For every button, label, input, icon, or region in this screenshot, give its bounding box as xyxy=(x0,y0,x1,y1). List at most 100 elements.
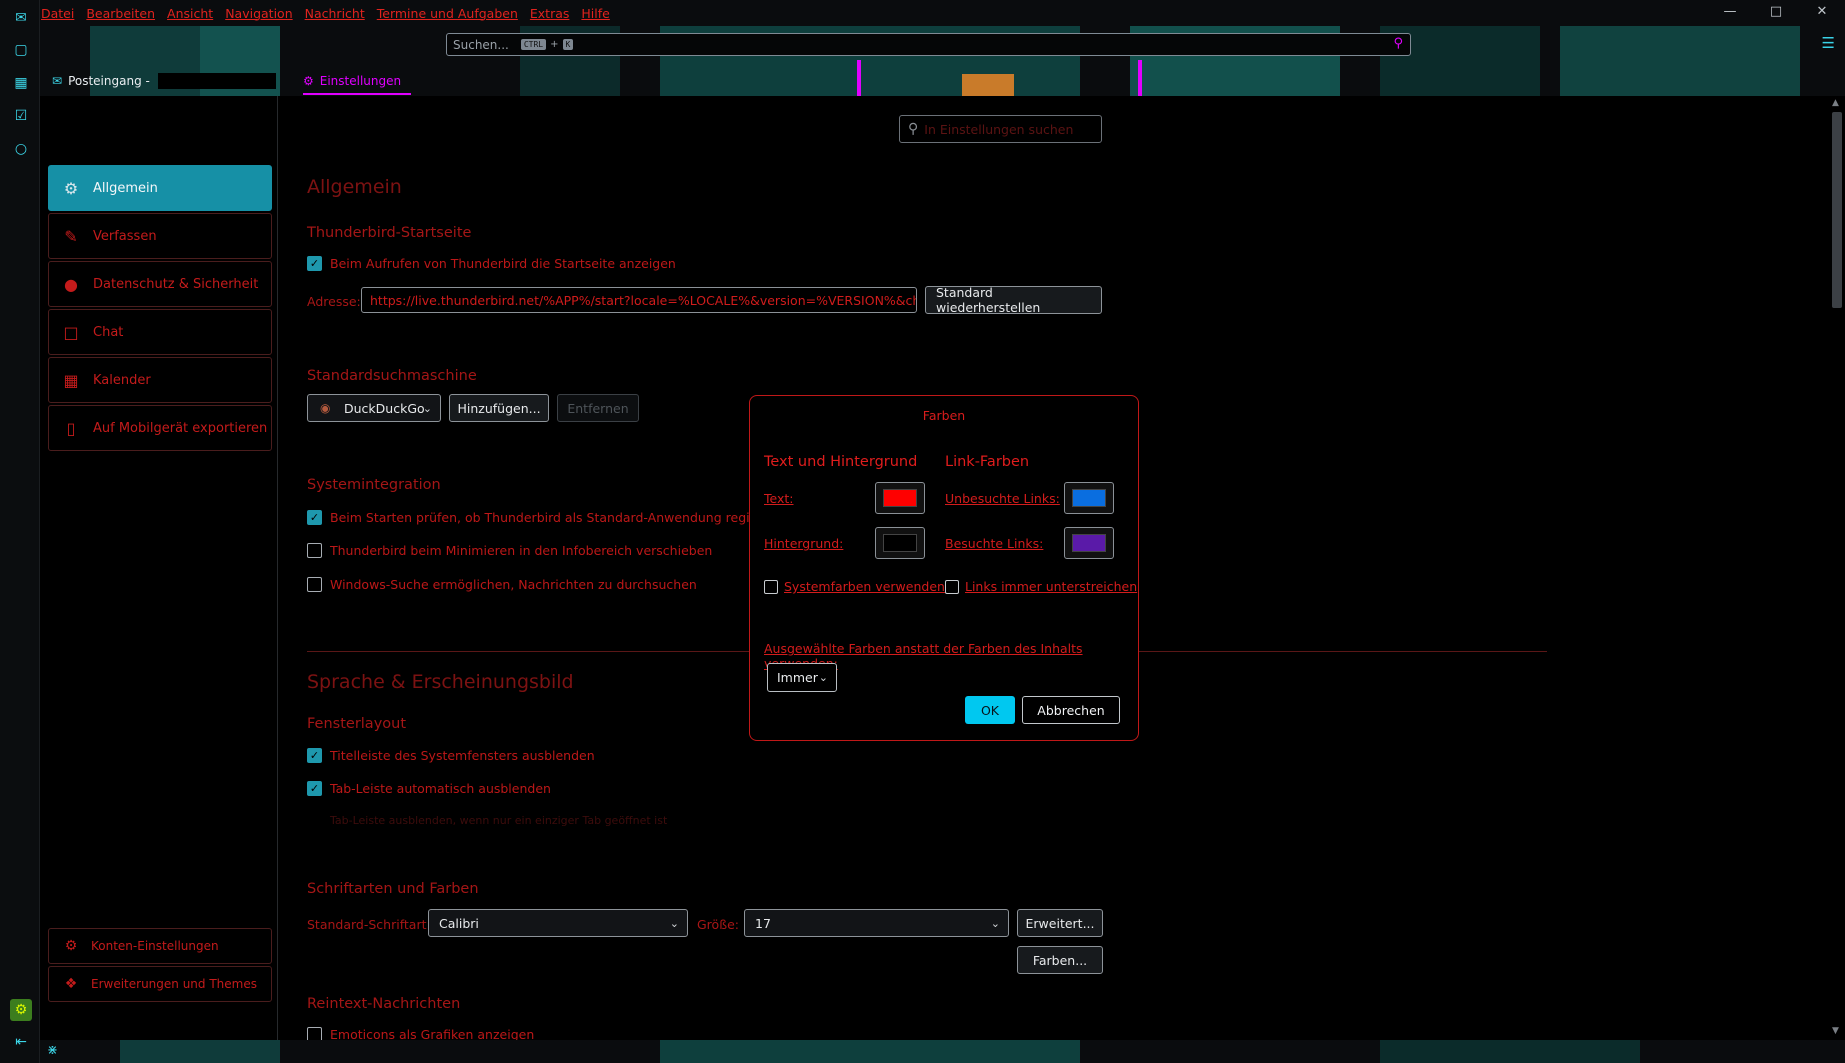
selected-size: 17 xyxy=(755,915,771,931)
visited-link-color-picker[interactable] xyxy=(1064,527,1114,559)
ok-button[interactable]: OK xyxy=(965,696,1015,724)
sidebar-item-mobile-export[interactable]: ▯ Auf Mobilgerät exportieren xyxy=(48,405,272,451)
header-texture xyxy=(857,60,861,96)
unvisited-link-swatch xyxy=(1072,489,1106,507)
sidebar-item-account-settings[interactable]: ⚙ Konten-Einstellungen xyxy=(48,928,272,964)
search-icon[interactable]: ⚲ xyxy=(1393,36,1403,51)
checkbox-empty xyxy=(307,577,322,592)
add-engine-button[interactable]: Hinzufügen... xyxy=(449,394,549,422)
settings-search-input[interactable]: ⚲ In Einstellungen suchen xyxy=(899,115,1102,143)
sidebar-item-general[interactable]: ⚙ Allgemein xyxy=(48,165,272,211)
text-color-picker[interactable] xyxy=(875,482,925,514)
checkbox-empty xyxy=(945,579,959,594)
default-font-select[interactable]: Calibri ⌄ xyxy=(428,909,688,937)
status-texture xyxy=(660,1040,1080,1063)
scroll-down-icon[interactable]: ▼ xyxy=(1832,1026,1839,1036)
spaces-toolbar: ✉ ▢ ▦ ☑ ○ ⚙ ⇤ xyxy=(0,0,40,1063)
checkbox-underline-links[interactable]: Links immer unterstreichen xyxy=(945,579,1137,594)
menu-bearbeiten[interactable]: Bearbeiten xyxy=(86,6,155,21)
sidebar-item-addons[interactable]: ❖ Erweiterungen und Themes xyxy=(48,966,272,1002)
checkbox-show-startpage[interactable]: ✓ Beim Aufrufen von Thunderbird die Star… xyxy=(307,256,676,271)
close-icon[interactable]: ✕ xyxy=(1799,0,1845,22)
checkbox-default-app-check[interactable]: ✓ Beim Starten prüfen, ob Thunderbird al… xyxy=(307,510,787,525)
mail-icon[interactable]: ✉ xyxy=(11,8,31,28)
heading-link-colors: Link-Farben xyxy=(945,454,1030,470)
font-size-select[interactable]: 17 ⌄ xyxy=(744,909,1009,937)
checkbox-windows-search[interactable]: Windows-Suche ermöglichen, Nachrichten z… xyxy=(307,577,697,592)
cancel-button[interactable]: Abbrechen xyxy=(1022,696,1120,724)
minimize-icon[interactable]: — xyxy=(1707,0,1753,22)
calendar-icon: ▦ xyxy=(63,370,79,390)
heading-window-layout: Fensterlayout xyxy=(307,716,407,732)
checkbox-label: Titelleiste des Systemfensters ausblende… xyxy=(330,748,595,763)
shortcut-key: CTRL xyxy=(520,39,547,50)
sidebar-item-label: Datenschutz & Sicherheit xyxy=(93,276,259,292)
checkbox-hide-titlebar[interactable]: ✓ Titelleiste des Systemfensters ausblen… xyxy=(307,748,595,763)
checkbox-label: Thunderbird beim Minimieren in den Infob… xyxy=(330,543,713,558)
background-color-swatch xyxy=(883,534,917,552)
dialog-title: Farben xyxy=(922,408,966,423)
menu-extras[interactable]: Extras xyxy=(530,6,570,21)
menu-hilfe[interactable]: Hilfe xyxy=(581,6,609,21)
sidebar-item-label: Auf Mobilgerät exportieren xyxy=(93,420,268,436)
global-search-input[interactable]: Suchen... CTRL + K ⚲ xyxy=(446,33,1411,56)
restore-default-button[interactable]: Standard wiederherstellen xyxy=(925,285,1102,315)
online-status-icon[interactable]: ⋇ xyxy=(47,1043,58,1058)
app-menu-icon[interactable]: ☰ xyxy=(1822,34,1835,52)
menu-nachricht[interactable]: Nachricht xyxy=(305,6,365,21)
menu-datei[interactable]: Datei xyxy=(41,6,74,21)
collapse-toolbar-icon[interactable]: ⇤ xyxy=(11,1032,31,1052)
heading-fonts-colors: Schriftarten und Farben xyxy=(307,881,479,897)
address-label: Adresse: xyxy=(307,294,361,309)
tab-settings[interactable]: ⚙ Einstellungen xyxy=(303,72,412,95)
gear-icon: ⚙ xyxy=(63,178,79,198)
menu-navigation[interactable]: Navigation xyxy=(225,6,292,21)
tab-label: Einstellungen xyxy=(319,74,402,88)
menu-bar: Datei Bearbeiten Ansicht Navigation Nach… xyxy=(41,0,610,26)
scroll-up-icon[interactable]: ▲ xyxy=(1832,98,1839,108)
tasks-icon[interactable]: ☑ xyxy=(11,106,31,126)
checkbox-system-colors[interactable]: Systemfarben verwenden xyxy=(764,579,945,594)
settings-sidebar: ⚙ Allgemein ✎ Verfassen ● Datenschutz & … xyxy=(41,96,278,1040)
shortcut-plus: + xyxy=(550,39,559,50)
colors-button[interactable]: Farben... xyxy=(1017,946,1103,974)
scrollbar-thumb[interactable] xyxy=(1832,112,1842,308)
chevron-down-icon: ⌄ xyxy=(422,401,432,415)
tab-label: Posteingang - xyxy=(68,74,150,88)
selected-font: Calibri xyxy=(439,915,479,931)
sidebar-item-chat[interactable]: □ Chat xyxy=(48,309,272,355)
maximize-icon[interactable]: □ xyxy=(1753,0,1799,22)
inbox-icon: ✉ xyxy=(52,74,63,88)
advanced-fonts-button[interactable]: Erweitert... xyxy=(1017,909,1103,937)
checkbox-label: Tab-Leiste automatisch ausblenden xyxy=(330,781,551,796)
pencil-icon: ✎ xyxy=(64,226,78,246)
override-colors-select[interactable]: Immer ⌄ xyxy=(767,663,837,692)
menu-termine[interactable]: Termine und Aufgaben xyxy=(377,6,518,21)
sidebar-item-calendar[interactable]: ▦ Kalender xyxy=(48,357,272,403)
startpage-address-input[interactable]: https://live.thunderbird.net/%APP%/start… xyxy=(361,287,917,313)
font-size-label: Größe: xyxy=(697,917,739,932)
text-color-swatch xyxy=(883,489,917,507)
unvisited-link-color-picker[interactable] xyxy=(1064,482,1114,514)
search-engine-select[interactable]: ◉ DuckDuckGo ⌄ xyxy=(307,394,441,422)
settings-gear-icon[interactable]: ⚙ xyxy=(10,999,32,1021)
calendar-icon[interactable]: ▦ xyxy=(11,73,31,93)
tab-inbox[interactable]: ✉ Posteingang - xyxy=(52,72,276,90)
background-color-picker[interactable] xyxy=(875,527,925,559)
checkbox-label: Emoticons als Grafiken anzeigen xyxy=(330,1027,535,1040)
heading-plaintext: Reintext-Nachrichten xyxy=(307,996,461,1012)
sidebar-item-compose[interactable]: ✎ Verfassen xyxy=(48,213,272,259)
status-texture xyxy=(1380,1040,1640,1063)
checkbox-minimize-tray[interactable]: Thunderbird beim Minimieren in den Infob… xyxy=(307,543,712,558)
chevron-down-icon: ⌄ xyxy=(669,916,679,930)
sidebar-item-privacy[interactable]: ● Datenschutz & Sicherheit xyxy=(48,261,272,307)
checkbox-empty xyxy=(764,579,778,594)
remove-engine-button[interactable]: Entfernen xyxy=(557,394,639,422)
settings-scrollbar[interactable]: ▲ ▼ xyxy=(1829,96,1845,1040)
address-book-icon[interactable]: ▢ xyxy=(11,40,31,60)
tabbar-description: Tab-Leiste ausblenden, wenn nur ein einz… xyxy=(330,814,668,827)
checkbox-autohide-tabbar[interactable]: ✓ Tab-Leiste automatisch ausblenden xyxy=(307,781,551,796)
menu-ansicht[interactable]: Ansicht xyxy=(167,6,213,21)
checkbox-emoticons[interactable]: Emoticons als Grafiken anzeigen xyxy=(307,1027,534,1040)
chat-icon[interactable]: ○ xyxy=(11,139,31,159)
